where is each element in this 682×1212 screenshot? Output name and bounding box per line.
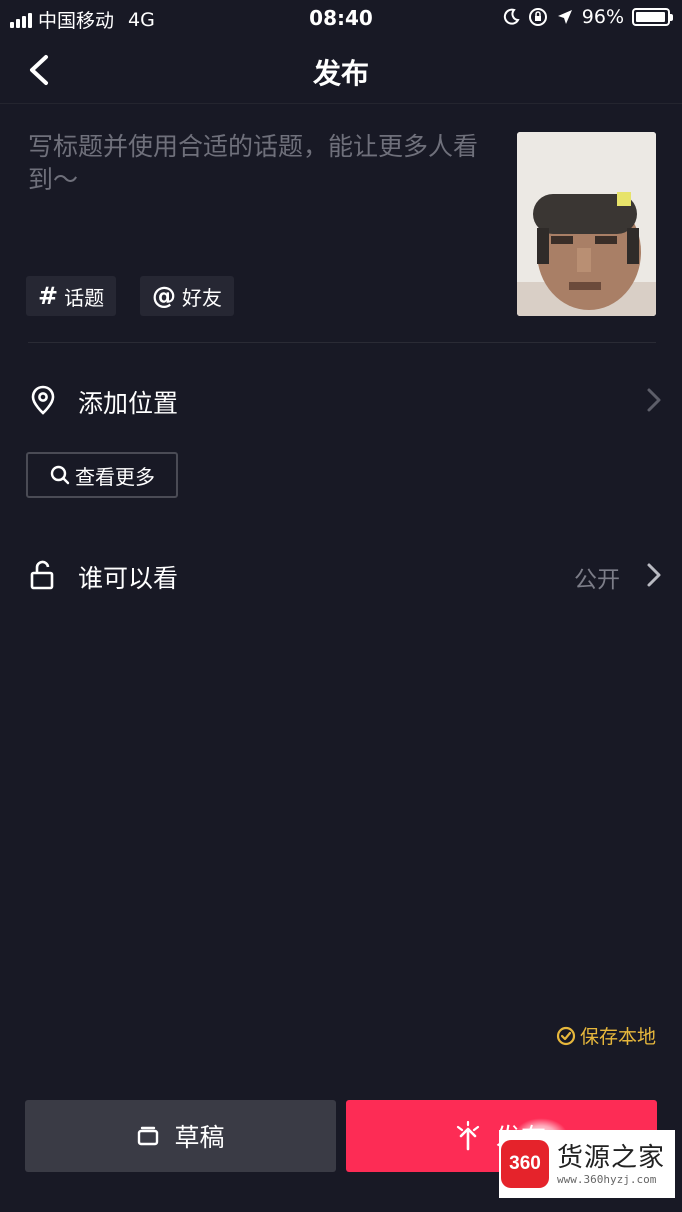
divider [28, 342, 656, 343]
at-icon: @ [152, 282, 176, 310]
chevron-right-icon [647, 388, 661, 412]
visibility-row[interactable]: 谁可以看 公开 [0, 545, 682, 605]
cover-thumbnail[interactable] [517, 132, 656, 316]
unlock-icon [30, 560, 54, 590]
hashtag-icon: # [38, 282, 59, 310]
visibility-label: 谁可以看 [78, 564, 179, 593]
draft-label: 草稿 [174, 1123, 225, 1152]
location-pin-icon [31, 385, 55, 415]
cover-image [517, 132, 656, 316]
add-location-row[interactable]: 添加位置 [0, 370, 682, 430]
save-local-label: 保存本地 [579, 1026, 656, 1048]
draft-box-icon [138, 1126, 159, 1146]
tag-topic-button[interactable]: # 话题 [26, 276, 117, 316]
page-title: 发布 [312, 57, 369, 90]
orientation-lock-icon [528, 8, 547, 26]
save-local-toggle[interactable]: 保存本地 [556, 1022, 656, 1049]
watermark: 360 货源之家 www.360hyzj.com [499, 1130, 675, 1198]
tag-friends-label: 好友 [182, 285, 222, 310]
search-icon [50, 465, 70, 485]
upload-icon [456, 1121, 480, 1151]
see-more-label: 查看更多 [75, 464, 155, 489]
tag-topic-label: 话题 [64, 285, 105, 310]
watermark-url: www.360hyzj.com [557, 1172, 657, 1186]
visibility-value: 公开 [574, 567, 620, 593]
nav-bar: 发布 [0, 36, 682, 104]
location-arrow-icon [557, 10, 572, 24]
add-location-label: 添加位置 [78, 389, 179, 418]
caption-input[interactable]: 写标题并使用合适的话题，能让更多人看到～ [28, 130, 498, 196]
battery-icon [632, 8, 673, 26]
tag-friends-button[interactable]: @ 好友 [140, 276, 234, 316]
watermark-text: 货源之家 www.360hyzj.com [557, 1143, 665, 1186]
check-circle-icon [556, 1026, 576, 1045]
moon-icon [503, 8, 520, 25]
status-bar: 中国移动 4G 08:40 96% [0, 0, 682, 36]
battery-percent: 96% [581, 6, 624, 28]
status-right: 96% [502, 6, 673, 28]
draft-button[interactable]: 草稿 [25, 1100, 336, 1172]
chevron-right-icon [647, 563, 661, 587]
watermark-name: 货源之家 [557, 1142, 666, 1173]
watermark-logo: 360 [501, 1140, 549, 1188]
see-more-button[interactable]: 查看更多 [26, 452, 178, 498]
